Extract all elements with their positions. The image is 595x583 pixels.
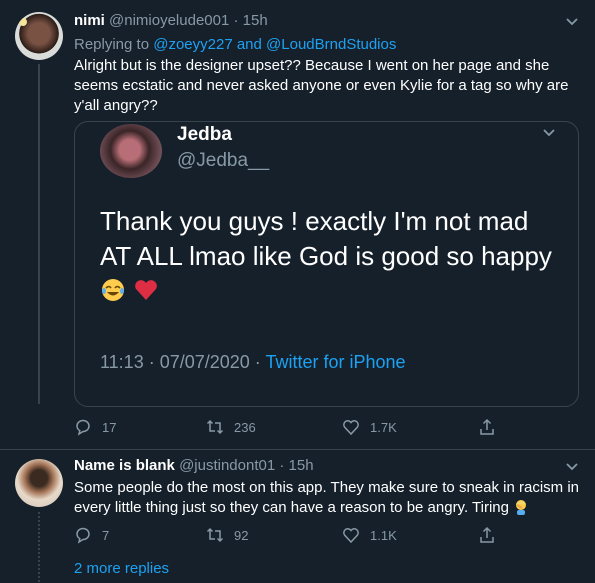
- quoted-user-handle[interactable]: @Jedba__: [177, 150, 269, 172]
- avatar[interactable]: [15, 12, 63, 60]
- reply-action[interactable]: 17: [74, 418, 116, 436]
- quoted-source[interactable]: Twitter for iPhone: [265, 352, 405, 372]
- quoted-timestamp[interactable]: 11:13 · 07/07/2020 ·: [100, 352, 261, 372]
- retweet-action[interactable]: 236: [206, 418, 256, 436]
- replying-and[interactable]: and: [237, 36, 262, 53]
- mention-link[interactable]: @LoudBrndStudios: [266, 36, 396, 53]
- avatar[interactable]: [15, 459, 63, 507]
- user-name[interactable]: nimi: [74, 12, 105, 29]
- tweet-time[interactable]: · 15h: [279, 457, 313, 474]
- user-name[interactable]: Name is blank: [74, 457, 175, 474]
- quoted-text-body: Thank you guys ! exactly I'm not mad AT …: [100, 206, 552, 271]
- divider: [0, 449, 595, 450]
- thread-line: [38, 64, 40, 404]
- retweet-action[interactable]: 92: [206, 526, 248, 544]
- like-icon[interactable]: [342, 526, 360, 544]
- mention-link[interactable]: @zoeyy227: [153, 36, 232, 53]
- chevron-down-icon[interactable]: [565, 17, 579, 27]
- quoted-text: Thank you guys ! exactly I'm not mad AT …: [100, 204, 560, 312]
- share-icon[interactable]: [478, 418, 496, 436]
- reply-icon[interactable]: [74, 418, 92, 436]
- user-handle[interactable]: @justindont01: [179, 457, 275, 474]
- tweet-text: Some people do the most on this app. The…: [74, 478, 584, 521]
- retweet-icon[interactable]: [206, 526, 224, 544]
- quoted-tweet[interactable]: Jedba @Jedba__ Thank you guys ! exactly …: [74, 121, 579, 407]
- reply-icon[interactable]: [74, 526, 92, 544]
- retweet-count: 92: [234, 527, 249, 543]
- reply-count: 7: [102, 527, 110, 543]
- tweet-time[interactable]: · 15h: [234, 12, 268, 29]
- user-handle[interactable]: @nimioyelude001: [109, 12, 229, 29]
- like-count: 1.1K: [370, 527, 397, 543]
- like-action[interactable]: 1.7K: [342, 418, 397, 436]
- more-replies-link[interactable]: 2 more replies: [74, 560, 169, 577]
- replying-label: Replying to: [74, 36, 150, 53]
- share-icon[interactable]: [478, 526, 496, 544]
- reply-count: 17: [102, 419, 117, 435]
- red-heart-icon: [133, 277, 159, 312]
- thread-line: [38, 512, 40, 582]
- quoted-user-name[interactable]: Jedba: [177, 124, 232, 146]
- chevron-down-icon[interactable]: [565, 462, 579, 472]
- chevron-down-icon[interactable]: [542, 128, 556, 138]
- like-icon[interactable]: [342, 418, 360, 436]
- retweet-count: 236: [234, 419, 256, 435]
- avatar[interactable]: [100, 124, 162, 178]
- tweet-text-body: Some people do the most on this app. The…: [74, 479, 579, 516]
- like-count: 1.7K: [370, 419, 397, 435]
- tweet-text: Alright but is the designer upset?? Beca…: [74, 57, 569, 114]
- laughing-emoji-icon: [100, 277, 126, 312]
- retweet-icon[interactable]: [206, 418, 224, 436]
- person-facepalming-icon: [513, 499, 529, 521]
- like-action[interactable]: 1.1K: [342, 526, 397, 544]
- reply-action[interactable]: 7: [74, 526, 109, 544]
